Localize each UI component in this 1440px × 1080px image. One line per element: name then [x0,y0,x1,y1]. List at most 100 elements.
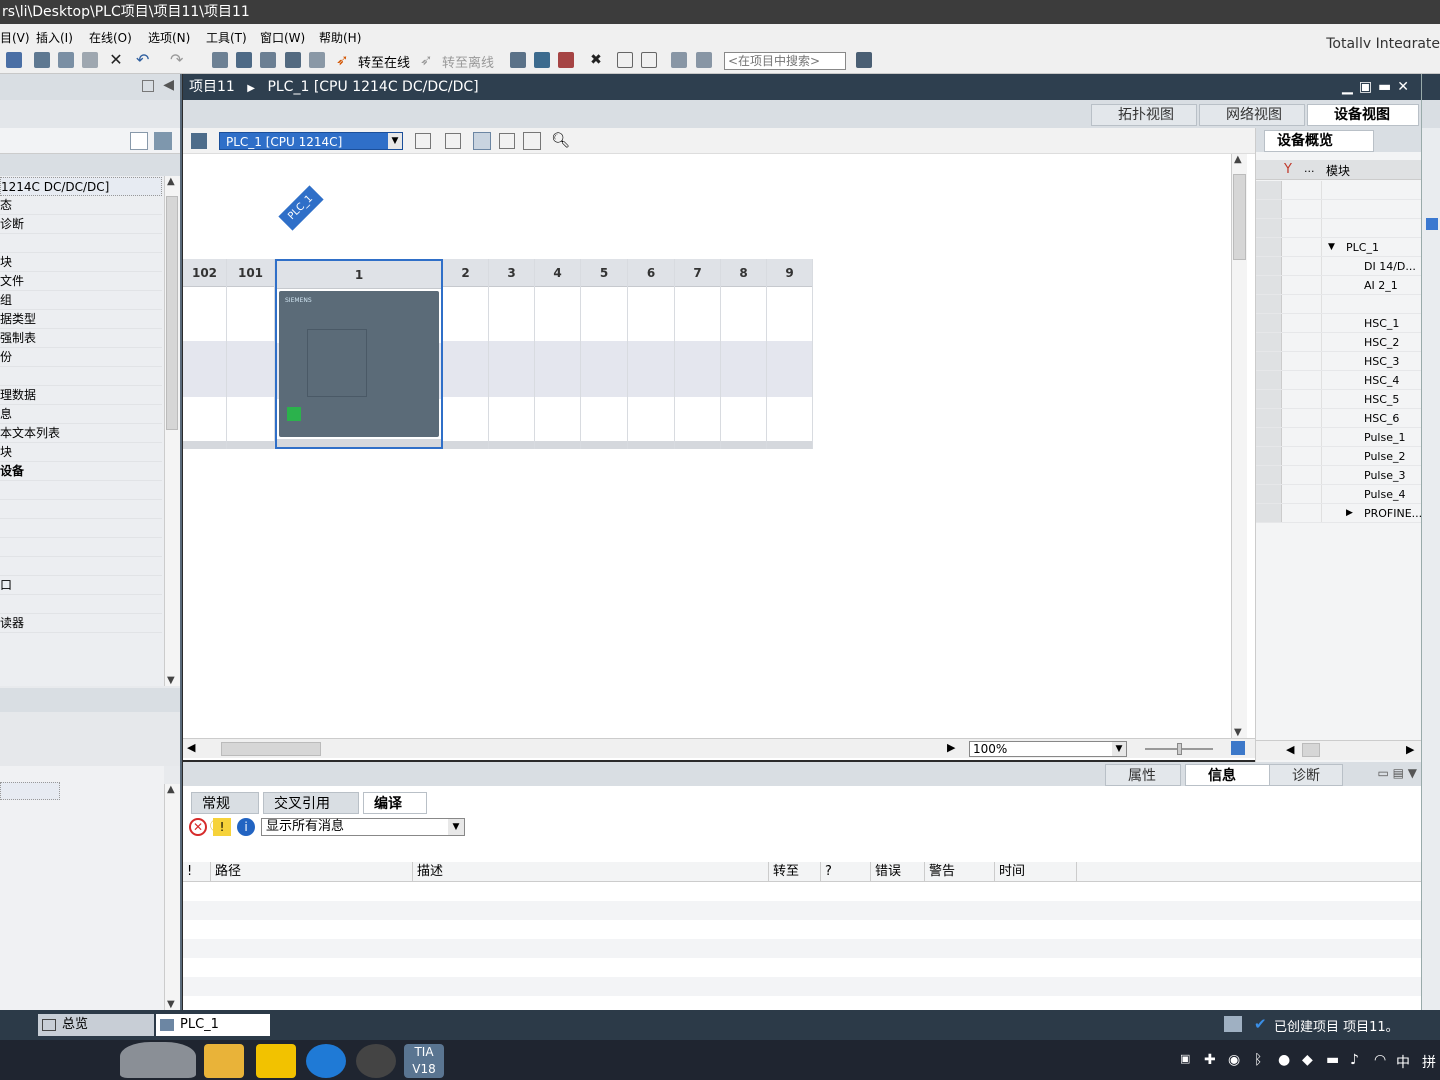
rack-slot[interactable]: 7 [675,259,721,449]
overview-row[interactable] [1256,181,1422,200]
col-time[interactable]: 时间 [995,862,1077,882]
rack-slot[interactable]: 2 [443,259,489,449]
rack-slot[interactable]: 6 [628,259,675,449]
microphone-icon[interactable]: ● [1278,1052,1290,1068]
tree-item[interactable]: 诊断 [0,215,162,234]
tree-item[interactable]: 块 [0,253,162,272]
pin-icon[interactable] [142,80,154,92]
tree-item[interactable] [0,234,162,253]
tab-network-view[interactable]: 网络视图 [1199,104,1305,126]
overview-row[interactable]: ▶ PROFINE... [1256,504,1422,523]
col-description[interactable]: 描述 [413,862,769,882]
tab-portal-overview[interactable]: 总览 [38,1014,154,1036]
tree-item[interactable]: 息 [0,405,162,424]
overview-row[interactable] [1256,219,1422,238]
tree-item[interactable]: 据类型 [0,310,162,329]
menu-tools[interactable]: 工具(T) [206,29,247,46]
overview-scroll-left-icon[interactable]: ◀ [1286,743,1294,756]
overview-row[interactable]: HSC_6 [1256,409,1422,428]
tab-plc-editor[interactable]: PLC_1 [156,1014,270,1036]
delete-icon[interactable]: ✕ [108,52,124,68]
tree-scroll-thumb[interactable] [166,196,178,430]
subtab-cross-reference[interactable]: 交叉引用 [263,792,359,814]
canvas-vscroll[interactable]: ▲ ▼ [1231,154,1247,738]
nvidia-icon[interactable]: ◆ [1302,1052,1313,1068]
tree-item[interactable] [0,519,162,538]
project-search-input[interactable] [724,52,846,70]
details-scrollbar[interactable]: ▲ ▼ [164,784,180,1010]
rack-slot[interactable]: 101 [227,259,275,449]
overview-row[interactable]: HSC_1 [1256,314,1422,333]
stop-cpu-icon[interactable] [558,52,574,68]
overview-row[interactable]: HSC_3 [1256,352,1422,371]
copy-icon[interactable] [58,52,74,68]
overview-scroll-right-icon[interactable]: ▶ [1406,743,1414,756]
rack-slot[interactable]: 8 [721,259,767,449]
undo-icon[interactable]: ↶ [136,52,152,68]
stop-sim-icon[interactable] [309,52,325,68]
bluetooth-icon[interactable]: ᛒ [1254,1052,1262,1068]
overview-row[interactable]: HSC_5 [1256,390,1422,409]
tree-detail-icon[interactable] [154,132,172,150]
tree-item[interactable] [0,500,162,519]
tia-portal-icon[interactable]: TIA V18 [404,1044,444,1078]
filter-chevron-icon[interactable]: ▼ [448,819,464,835]
tray-security-icon[interactable]: ◉ [1228,1052,1240,1068]
tray-input-icon[interactable]: ▣ [1180,1052,1190,1065]
chevron-down-icon[interactable]: ▼ [388,133,402,149]
recorder-icon[interactable] [356,1044,396,1078]
device-canvas[interactable]: PLC_1 102 101 1 SIEMENS 2 3 4 5 6 7 8 9 [183,154,1235,736]
menu-online[interactable]: 在线(O) [89,29,132,46]
toggle-off-icon[interactable] [696,52,712,68]
overview-row[interactable]: Pulse_4 [1256,485,1422,504]
start-cpu-icon[interactable] [534,52,550,68]
overview-row[interactable]: Pulse_1 [1256,428,1422,447]
overview-row[interactable]: HSC_4 [1256,371,1422,390]
plc-label-tag[interactable]: PLC_1 [278,185,324,231]
sticky-notes-icon[interactable] [256,1044,296,1078]
details-scroll-down-icon[interactable]: ▼ [167,999,175,1010]
overview-row[interactable]: AI 2_1 [1256,276,1422,295]
overview-row[interactable]: DI 14/D... [1256,257,1422,276]
redo-icon[interactable]: ↷ [170,52,186,68]
col-severity[interactable]: ! [183,862,211,882]
statusbar-panel-icon[interactable] [1224,1016,1242,1032]
overview-row[interactable] [1256,200,1422,219]
rack-slot[interactable]: 4 [535,259,581,449]
details-selected-row[interactable] [0,782,60,800]
expand-right-icon[interactable]: ▶ [1346,504,1353,523]
tab-info[interactable]: 信息 [1185,764,1271,786]
menu-window[interactable]: 窗口(W) [260,29,305,46]
paste-icon[interactable] [82,52,98,68]
device-select[interactable]: PLC_1 [CPU 1214C] ▼ [219,132,403,150]
tree-item[interactable]: 组 [0,291,162,310]
tab-topology-view[interactable]: 拓扑视图 [1091,104,1197,126]
tree-item[interactable]: 理数据 [0,386,162,405]
go-online-icon[interactable]: ➶ [336,52,352,68]
tree-item[interactable]: 强制表 [0,329,162,348]
grid-icon[interactable] [499,133,515,149]
tree-item[interactable] [0,557,162,576]
rack-slot[interactable]: 3 [489,259,535,449]
file-explorer-icon[interactable] [204,1044,244,1078]
inspector-window-controls[interactable]: ▭ ▤ ▼ [1377,766,1417,780]
canvas-scroll-up-icon[interactable]: ▲ [1234,154,1242,165]
wifi-icon[interactable]: ◠ [1374,1052,1386,1068]
zoom-icon[interactable]: 🔍︎ [551,131,570,149]
subtab-compile[interactable]: 编译 [363,792,427,814]
subtab-general[interactable]: 常规ⓘ [191,792,259,833]
tree-item[interactable]: 1214C DC/DC/DC] [0,177,162,196]
warning-filter-icon[interactable]: ! [213,818,231,836]
tab-diagnostics[interactable]: 诊断 [1269,764,1343,786]
page-break-icon[interactable] [523,132,541,150]
col-help[interactable]: ? [821,862,871,882]
rack-icon[interactable] [415,133,431,149]
zoom-chevron-icon[interactable]: ▼ [1112,742,1126,756]
rack-slot[interactable]: 1 SIEMENS [275,259,443,449]
cut-icon[interactable] [34,52,50,68]
tree-item[interactable]: 份 [0,348,162,367]
go-online-button[interactable]: 转至在线 [358,52,410,71]
collapse-left-icon[interactable]: ◀ [163,77,174,93]
edge-browser-icon[interactable] [306,1044,346,1078]
overview-row[interactable]: Pulse_2 [1256,447,1422,466]
